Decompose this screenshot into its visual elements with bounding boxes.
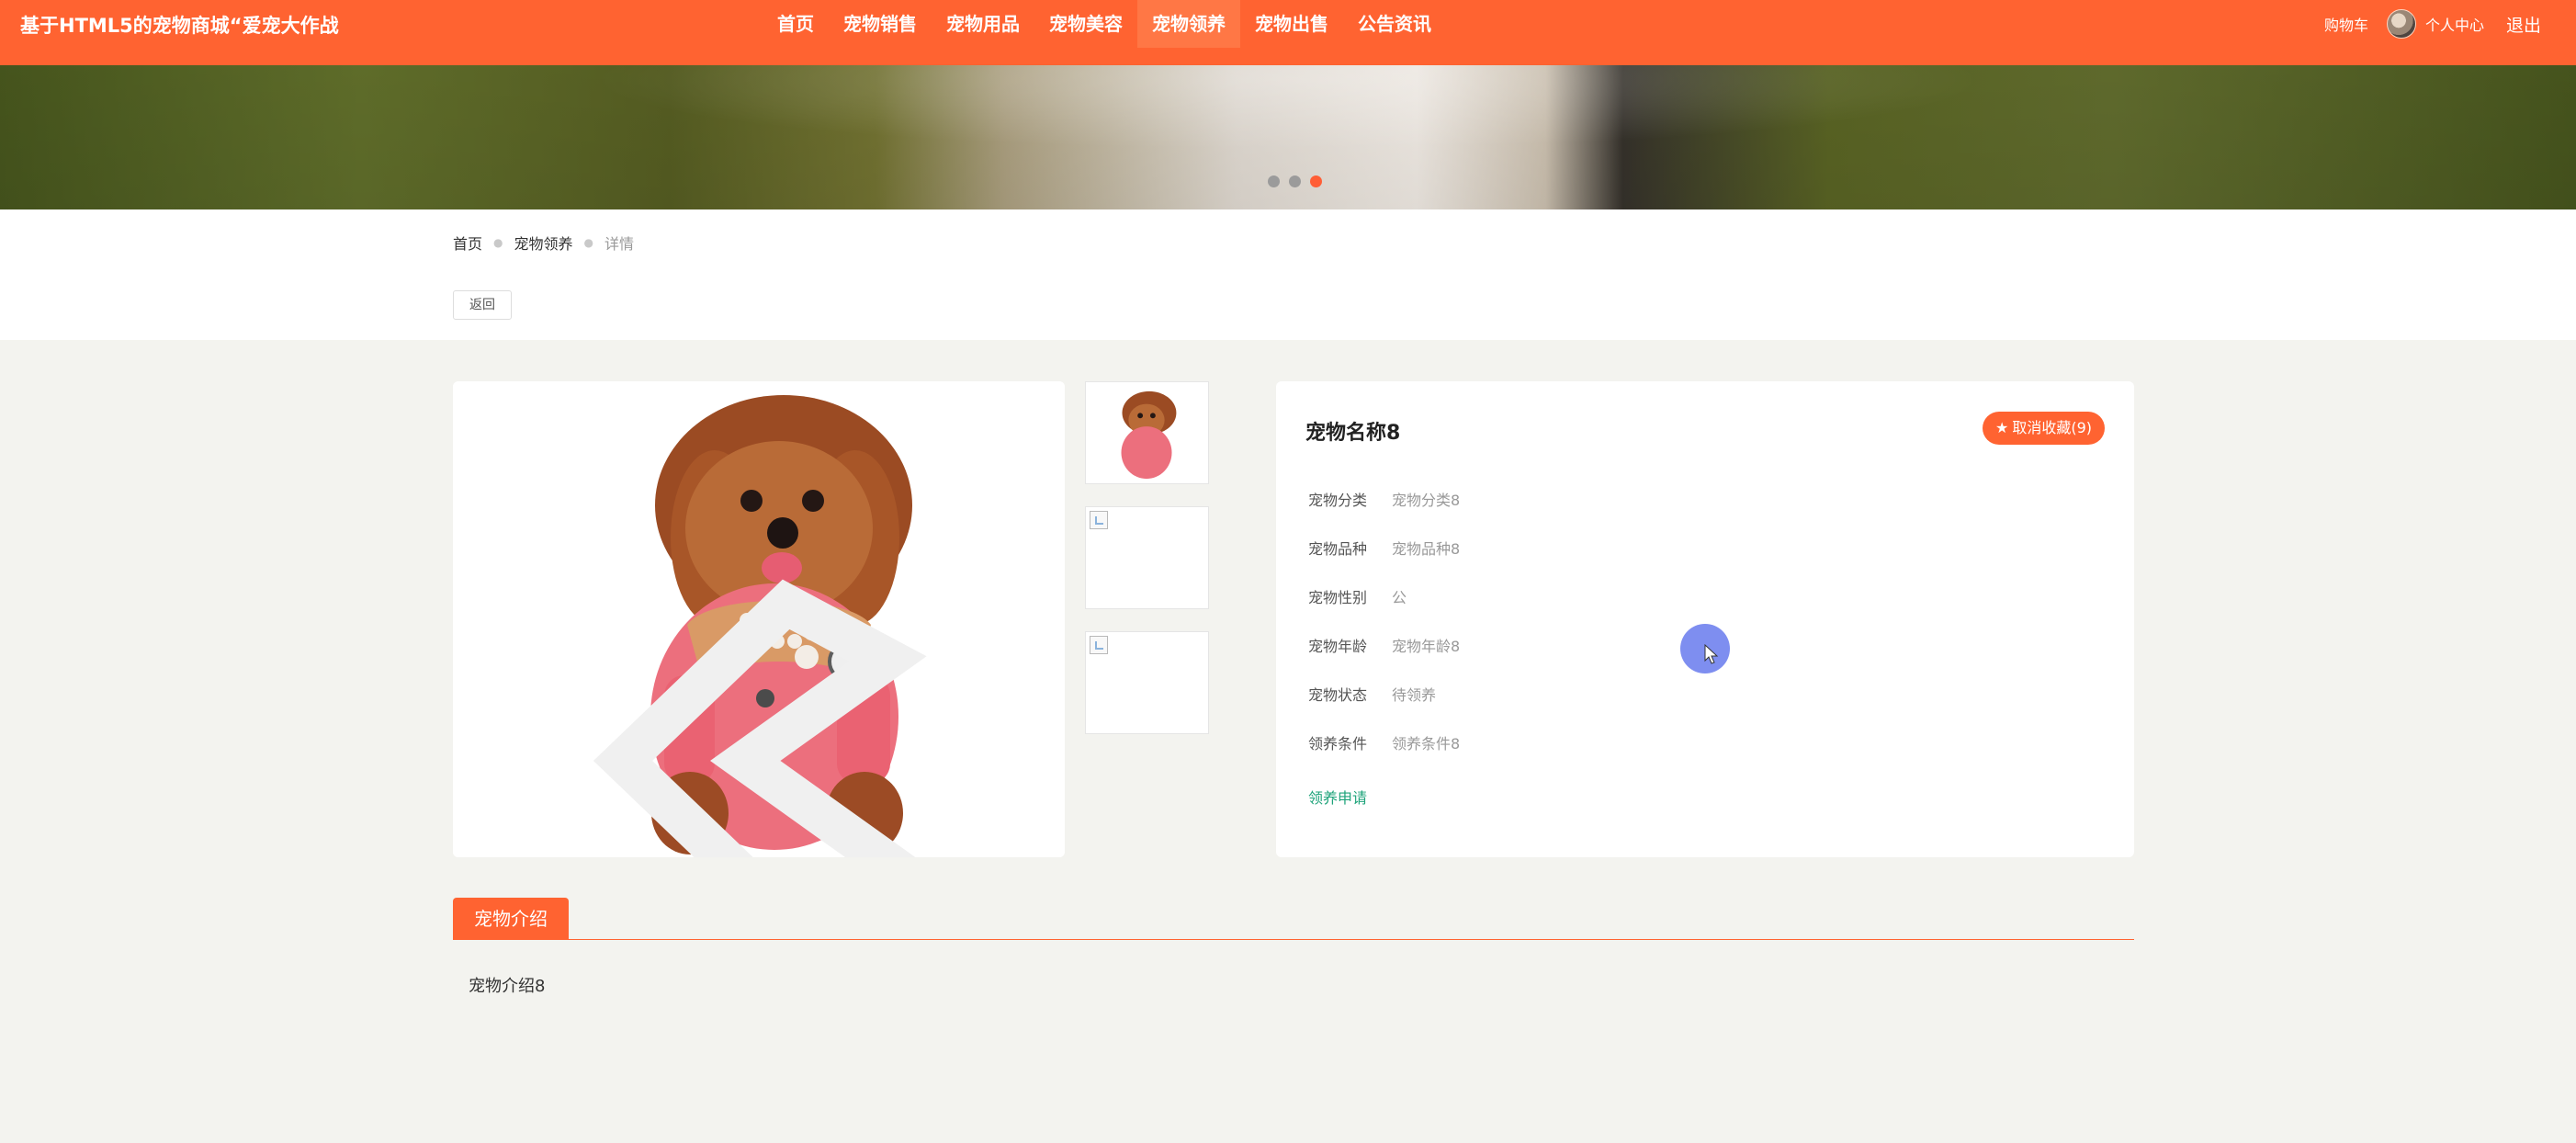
field-value: 宠物年龄8 <box>1392 638 1461 655</box>
main-nav: 首页 宠物销售 宠物用品 宠物美容 宠物领养 宠物出售 公告资讯 <box>763 0 1446 48</box>
pet-introduction-text: 宠物介绍8 <box>469 977 546 996</box>
main-pet-image[interactable] <box>453 381 1065 857</box>
broken-image-icon <box>1090 511 1108 529</box>
nav-pet-sales[interactable]: 宠物销售 <box>829 0 932 48</box>
nav-pet-grooming[interactable]: 宠物美容 <box>1034 0 1137 48</box>
carousel-dot-3-active[interactable] <box>1310 175 1322 187</box>
nav-pet-adoption[interactable]: 宠物领养 <box>1137 0 1240 48</box>
avatar[interactable] <box>2386 9 2416 39</box>
personal-center-link[interactable]: 个人中心 <box>2425 13 2484 35</box>
pet-info-panel: 宠物名称8 ★ 取消收藏(9) 宠物分类 宠物分类8 宠物品种 宠物品种8 宠物… <box>1276 381 2134 857</box>
field-label: 宠物状态 <box>1308 686 1368 704</box>
field-label: 宠物性别 <box>1308 589 1368 606</box>
logout-link[interactable]: 退出 <box>2506 12 2541 37</box>
field-row-gender: 宠物性别 公 <box>1308 584 1951 608</box>
back-button[interactable]: 返回 <box>453 290 512 320</box>
favorite-label: 取消收藏(9) <box>2012 419 2092 436</box>
cart-link[interactable]: 购物车 <box>2324 13 2368 35</box>
breadcrumb-current: 详情 <box>604 235 635 253</box>
field-label: 宠物品种 <box>1308 540 1368 558</box>
mouse-cursor-indicator <box>1680 624 1730 673</box>
banner-image <box>0 65 2576 209</box>
field-value: 领养条件8 <box>1392 735 1461 753</box>
carousel-dot-1[interactable] <box>1268 175 1280 187</box>
broken-image-icon <box>1090 636 1108 654</box>
tab-pet-introduction[interactable]: 宠物介绍 <box>453 898 569 940</box>
cursor-icon <box>1704 644 1719 664</box>
field-row-breed: 宠物品种 宠物品种8 <box>1308 536 1951 560</box>
carousel-indicators <box>1268 175 1322 187</box>
previous-arrow-icon[interactable] <box>453 523 1065 857</box>
field-row-status: 宠物状态 待领养 <box>1308 682 1951 706</box>
star-icon: ★ <box>1994 419 2009 436</box>
thumbnail-1[interactable] <box>1085 381 1209 484</box>
thumbnail-2[interactable] <box>1085 506 1209 609</box>
breadcrumb: 首页 ● 宠物领养 ● 详情 <box>453 232 634 254</box>
pet-name: 宠物名称8 <box>1305 422 1401 445</box>
adoption-application-link[interactable]: 领养申请 <box>1308 786 1367 808</box>
nav-pet-supplies[interactable]: 宠物用品 <box>932 0 1034 48</box>
nav-pet-sell[interactable]: 宠物出售 <box>1240 0 1343 48</box>
breadcrumb-home[interactable]: 首页 <box>453 232 482 254</box>
breadcrumb-adoption[interactable]: 宠物领养 <box>514 232 573 254</box>
user-actions: 购物车 个人中心 退出 <box>2324 0 2541 48</box>
remove-favorite-button[interactable]: ★ 取消收藏(9) <box>1982 412 2105 445</box>
field-label: 领养条件 <box>1308 735 1368 753</box>
field-value: 宠物品种8 <box>1392 540 1461 558</box>
field-row-adoption-condition: 领养条件 领养条件8 <box>1308 730 1951 754</box>
field-label: 宠物分类 <box>1308 492 1368 509</box>
top-navigation-bar: 基于HTML5的宠物商城“爱宠大作战 首页 宠物销售 宠物用品 宠物美容 宠物领… <box>0 0 2576 65</box>
site-title[interactable]: 基于HTML5的宠物商城“爱宠大作战 <box>20 11 339 39</box>
thumbnail-3[interactable] <box>1085 631 1209 734</box>
tab-underline <box>453 939 2134 940</box>
banner-carousel[interactable] <box>0 65 2576 209</box>
field-label: 宠物年龄 <box>1308 638 1368 655</box>
field-row-age: 宠物年龄 宠物年龄8 <box>1308 633 1951 657</box>
poodle-thumbnail-image <box>1086 382 1208 483</box>
nav-home[interactable]: 首页 <box>763 0 829 48</box>
field-value: 待领养 <box>1392 686 1437 704</box>
field-row-category: 宠物分类 宠物分类8 <box>1308 487 1951 511</box>
field-value: 公 <box>1392 589 1407 606</box>
carousel-dot-2[interactable] <box>1289 175 1301 187</box>
breadcrumb-separator-icon: ● <box>583 236 593 249</box>
field-value: 宠物分类8 <box>1392 492 1461 509</box>
breadcrumb-section: 首页 ● 宠物领养 ● 详情 返回 <box>0 209 2576 340</box>
breadcrumb-separator-icon: ● <box>493 236 503 249</box>
nav-announcements[interactable]: 公告资讯 <box>1343 0 1446 48</box>
